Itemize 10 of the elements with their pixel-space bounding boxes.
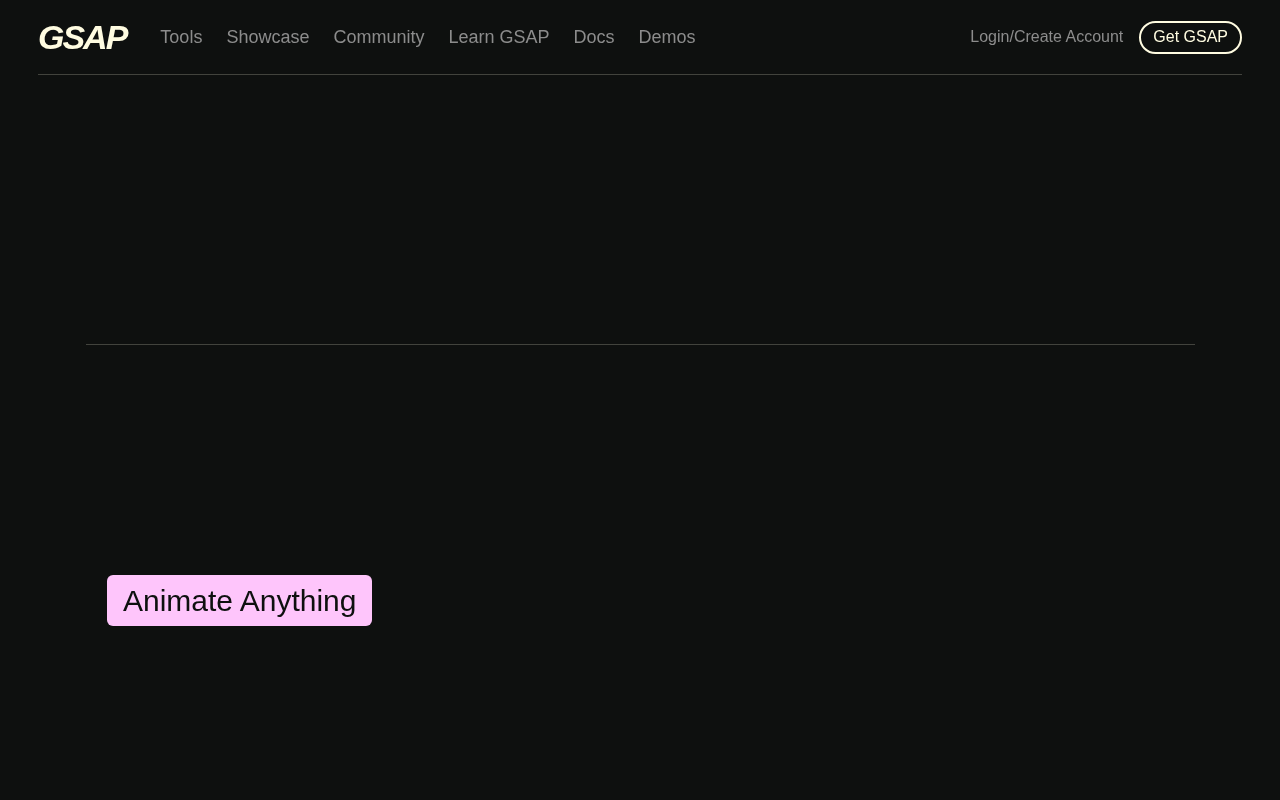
nav-link[interactable]: Demos xyxy=(638,23,696,51)
login-link[interactable]: Login/Create Account xyxy=(970,25,1124,49)
nav-link[interactable]: Learn GSAP xyxy=(448,23,550,51)
logo[interactable]: GSAP xyxy=(38,11,127,63)
nav-link[interactable]: Showcase xyxy=(226,23,310,51)
get-gsap-button[interactable]: Get GSAP xyxy=(1139,20,1242,54)
tag-label: Animate Anything xyxy=(107,575,373,626)
nav-link[interactable]: Tools xyxy=(160,23,203,51)
nav-link[interactable]: Docs xyxy=(573,23,615,51)
nav-link[interactable]: Community xyxy=(333,23,425,51)
